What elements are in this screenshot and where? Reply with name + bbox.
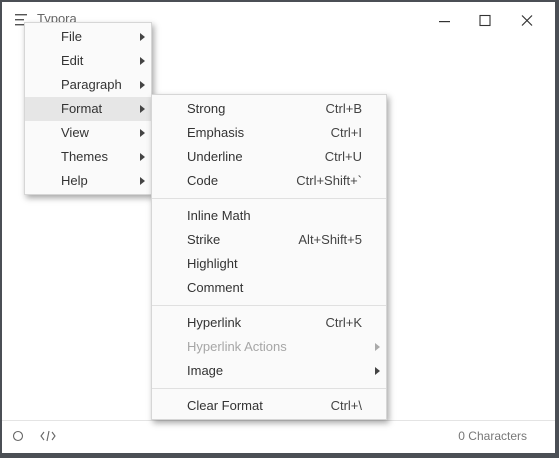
menu-item-label: Format	[61, 101, 103, 116]
menu-item-inline-math[interactable]: Inline Math	[152, 204, 386, 228]
menu-item-label: Hyperlink Actions	[187, 339, 287, 354]
shortcut-label: Ctrl+B	[325, 101, 362, 116]
source-code-icon[interactable]	[40, 430, 56, 445]
minimize-icon[interactable]	[435, 12, 455, 30]
menu-item-label: Themes	[61, 149, 108, 164]
menu-item-highlight[interactable]: Highlight	[152, 252, 386, 276]
shortcut-label: Ctrl+U	[324, 149, 362, 164]
outline-toggle-icon[interactable]	[12, 430, 24, 445]
menu-separator	[152, 305, 386, 306]
submenu-arrow-icon	[140, 177, 145, 185]
menu-item-label: Comment	[187, 280, 244, 295]
menu-item-format[interactable]: Format	[25, 97, 151, 121]
menu-separator	[152, 198, 386, 199]
menu-item-underline[interactable]: Underline Ctrl+U	[152, 145, 386, 169]
shortcut-label: Ctrl+K	[325, 315, 362, 330]
menu-item-view[interactable]: View	[25, 121, 151, 145]
maximize-icon[interactable]	[475, 12, 495, 30]
menu-item-label: View	[61, 125, 89, 140]
menu-item-comment[interactable]: Comment	[152, 276, 386, 300]
submenu-arrow-icon	[140, 105, 145, 113]
menu-item-label: Strong	[187, 101, 226, 116]
status-bar: 0 Characters	[2, 420, 555, 453]
menu-item-edit[interactable]: Edit	[25, 49, 151, 73]
menu-separator	[152, 388, 386, 389]
submenu-arrow-icon	[140, 153, 145, 161]
submenu-arrow-icon	[140, 33, 145, 41]
submenu-arrow-icon	[375, 367, 380, 375]
character-count[interactable]: 0 Characters	[458, 429, 527, 443]
submenu-arrow-icon	[140, 81, 145, 89]
menu-item-label: Emphasis	[187, 125, 245, 140]
menu-item-label: Underline	[187, 149, 243, 164]
menu-item-paragraph[interactable]: Paragraph	[25, 73, 151, 97]
menu-item-strong[interactable]: Strong Ctrl+B	[152, 97, 386, 121]
submenu-arrow-icon	[140, 129, 145, 137]
shortcut-label: Ctrl+Shift+`	[296, 173, 362, 188]
menu-item-label: Code	[187, 173, 219, 188]
menu-item-label: Image	[187, 363, 224, 378]
menu-item-image[interactable]: Image	[152, 359, 386, 383]
menu-item-label: Help	[61, 173, 88, 188]
shortcut-label: Ctrl+\	[330, 398, 362, 413]
menu-item-emphasis[interactable]: Emphasis Ctrl+I	[152, 121, 386, 145]
menu-item-label: Strike	[187, 232, 221, 247]
submenu-arrow-icon	[140, 57, 145, 65]
main-menu: File Edit Paragraph Format View Themes H…	[24, 22, 152, 195]
menu-item-strike[interactable]: Strike Alt+Shift+5	[152, 228, 386, 252]
menu-item-label: Hyperlink	[187, 315, 242, 330]
format-submenu: Strong Ctrl+B Emphasis Ctrl+I Underline Ctr…	[151, 94, 387, 420]
menu-item-label: Clear Format	[187, 398, 263, 413]
menu-item-themes[interactable]: Themes	[25, 145, 151, 169]
menu-item-file[interactable]: File	[25, 25, 151, 49]
shortcut-label: Ctrl+I	[330, 125, 362, 140]
menu-item-label: Highlight	[187, 256, 238, 271]
menu-item-label: Paragraph	[61, 77, 122, 92]
menu-item-hyperlink[interactable]: Hyperlink Ctrl+K	[152, 311, 386, 335]
close-icon[interactable]	[517, 12, 537, 30]
menu-item-label: Edit	[61, 53, 84, 68]
menu-item-clear-format[interactable]: Clear Format Ctrl+\	[152, 394, 386, 418]
menu-item-code[interactable]: Code Ctrl+Shift+`	[152, 169, 386, 193]
shortcut-label: Alt+Shift+5	[298, 232, 362, 247]
menu-item-label: File	[61, 29, 82, 44]
submenu-arrow-icon	[375, 343, 380, 351]
menu-item-label: Inline Math	[187, 208, 251, 223]
menu-item-help[interactable]: Help	[25, 169, 151, 193]
menu-item-hyperlink-actions: Hyperlink Actions	[152, 335, 386, 359]
